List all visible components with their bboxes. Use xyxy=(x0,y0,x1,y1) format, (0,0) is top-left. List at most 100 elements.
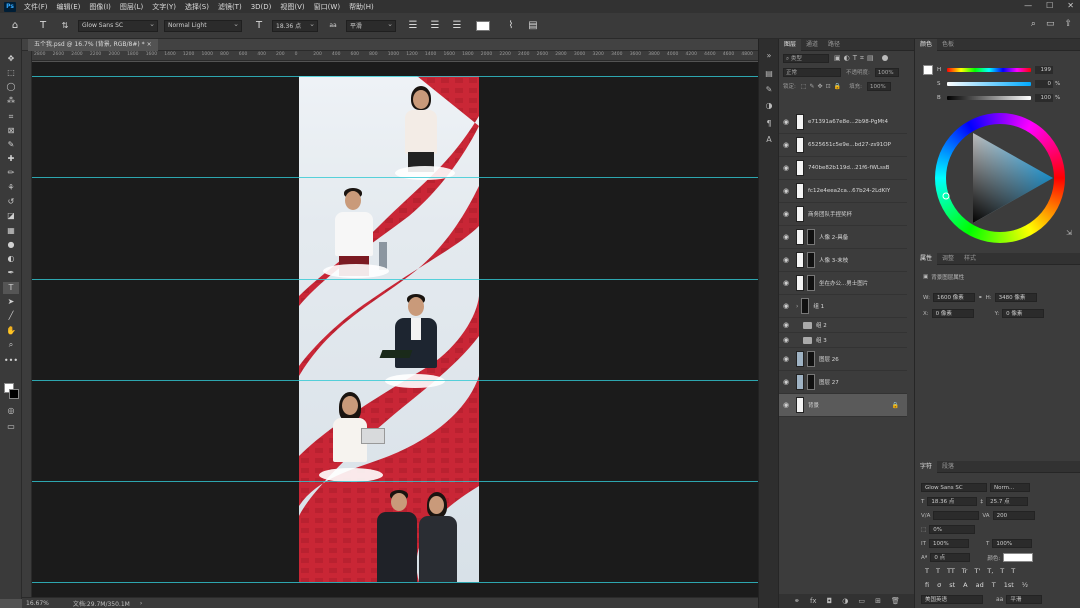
char-leading-field[interactable]: 25.7 点 xyxy=(986,497,1029,506)
search-icon[interactable]: ⌕ xyxy=(1031,19,1036,29)
char-tsume-field[interactable]: 0% xyxy=(929,525,976,534)
faux-bold-button[interactable]: T xyxy=(925,567,929,575)
stylistic-button[interactable]: st xyxy=(949,581,955,589)
new-group-icon[interactable]: ▭ xyxy=(858,597,865,605)
visibility-eye-icon[interactable]: ◉ xyxy=(779,233,793,241)
type-tool-icon[interactable]: T xyxy=(36,20,50,31)
visibility-eye-icon[interactable]: ◉ xyxy=(779,321,793,329)
clone-stamp-icon[interactable]: ⚘ xyxy=(3,182,19,194)
eraser-icon[interactable]: ◪ xyxy=(3,210,19,222)
layer-row[interactable]: ◉ fc12e4eea2ca...67b24-2LdKIY xyxy=(779,180,907,203)
y-field[interactable]: 0 像素 xyxy=(1002,309,1045,318)
char-font-style-select[interactable]: Norm... xyxy=(990,483,1030,492)
visibility-eye-icon[interactable]: ◉ xyxy=(779,401,793,409)
brightness-slider[interactable] xyxy=(947,96,1031,100)
more-tools-icon[interactable]: ••• xyxy=(3,355,19,367)
eyedropper-icon[interactable]: ✎ xyxy=(3,139,19,151)
tab-properties[interactable]: 属性 xyxy=(915,252,938,265)
font-size-select[interactable]: 18.36 点 xyxy=(272,19,318,32)
layer-filter-select[interactable]: ⌕ 类型 xyxy=(783,53,829,63)
fill-field[interactable]: 100% xyxy=(866,81,891,91)
lock-icon[interactable]: 🔒 xyxy=(892,402,899,409)
add-mask-icon[interactable]: ◘ xyxy=(827,597,833,605)
char-language-select[interactable]: 美国英语 xyxy=(921,595,983,604)
align-right-icon[interactable]: ☰ xyxy=(450,20,464,31)
visibility-eye-icon[interactable]: ◉ xyxy=(779,187,793,195)
zoom-level[interactable]: 16.67% xyxy=(26,600,49,607)
share-icon[interactable]: ⇪ xyxy=(1064,19,1072,29)
layer-row[interactable]: ◉ 组 2 xyxy=(779,318,907,333)
layer-row[interactable]: ◉ 图层 27 xyxy=(779,371,907,394)
hue-slider[interactable] xyxy=(947,68,1031,72)
char-font-size-field[interactable]: 18.36 点 xyxy=(927,497,978,506)
guide-line[interactable] xyxy=(32,177,758,178)
close-icon[interactable]: ✕ xyxy=(1067,1,1074,10)
blur-tool-icon[interactable]: ● xyxy=(3,239,19,251)
canvas-area[interactable] xyxy=(32,62,758,597)
close-tab-icon[interactable]: × xyxy=(147,41,152,48)
color-fg-bg-swatch[interactable] xyxy=(923,65,937,79)
visibility-eye-icon[interactable]: ◉ xyxy=(779,141,793,149)
layer-row[interactable]: ◉ 人像 3-末枝 xyxy=(779,249,907,272)
menu-filter[interactable]: 滤镜(T) xyxy=(218,2,242,12)
width-field[interactable]: 1600 像素 xyxy=(932,293,975,302)
link-proportions-icon[interactable]: ⚭ xyxy=(978,295,983,301)
ordinals-button[interactable]: 1st xyxy=(1004,581,1014,589)
tab-adjustments[interactable]: 调整 xyxy=(937,253,959,265)
menu-view[interactable]: 视图(V) xyxy=(280,2,304,12)
blend-mode-select[interactable]: 正常 xyxy=(783,67,841,77)
menu-3d[interactable]: 3D(D) xyxy=(251,3,272,11)
lasso-tool-icon[interactable]: ◯ xyxy=(3,81,19,93)
saturation-value[interactable]: 0 xyxy=(1035,80,1053,88)
tab-paragraph[interactable]: 段落 xyxy=(937,461,959,473)
path-select-icon[interactable]: ➤ xyxy=(3,296,19,308)
color-triangle[interactable] xyxy=(935,113,1065,243)
background-color-swatch[interactable] xyxy=(9,389,19,399)
line-tool-icon[interactable]: ╱ xyxy=(3,310,19,322)
visibility-eye-icon[interactable]: ◉ xyxy=(779,302,793,310)
adjustment-layer-icon[interactable]: ◑ xyxy=(842,597,848,605)
guide-line[interactable] xyxy=(32,582,758,583)
marquee-tool-icon[interactable]: ⬚ xyxy=(3,67,19,79)
tab-layers[interactable]: 图层 xyxy=(779,38,802,51)
menu-layer[interactable]: 图层(L) xyxy=(120,2,143,12)
dodge-tool-icon[interactable]: ◐ xyxy=(3,253,19,265)
guide-line[interactable] xyxy=(32,481,758,482)
char-hscale-field[interactable]: 100% xyxy=(992,539,1033,548)
visibility-eye-icon[interactable]: ◉ xyxy=(779,378,793,386)
type-tool-icon[interactable]: T xyxy=(3,282,19,294)
panel-collapse-icon[interactable]: » xyxy=(764,51,774,61)
menu-image[interactable]: 图像(I) xyxy=(89,2,111,12)
quick-mask-icon[interactable]: ◎ xyxy=(3,405,19,417)
guide-line[interactable] xyxy=(32,279,758,280)
color-wheel[interactable] xyxy=(935,113,1065,243)
lock-icons[interactable]: ⬚✎✥⊡🔒 xyxy=(801,83,844,90)
align-left-icon[interactable]: ☰ xyxy=(406,20,420,31)
guide-line[interactable] xyxy=(32,380,758,381)
home-icon[interactable]: ⌂ xyxy=(8,20,22,31)
visibility-eye-icon[interactable]: ◉ xyxy=(779,256,793,264)
visibility-eye-icon[interactable]: ◉ xyxy=(779,279,793,287)
visibility-eye-icon[interactable]: ◉ xyxy=(779,210,793,218)
workspace-icon[interactable]: ▭ xyxy=(1046,19,1055,29)
text-orientation-icon[interactable]: ⇅ xyxy=(58,21,72,30)
layer-row[interactable]: ◉ 6525651c5e9e...bd27-zs91OP xyxy=(779,134,907,157)
ordinal-button[interactable]: ad xyxy=(976,581,984,589)
tab-paths[interactable]: 路径 xyxy=(823,39,845,51)
history-panel-icon[interactable]: ▤ xyxy=(764,69,774,79)
char-font-family-select[interactable]: Glow Sans SC xyxy=(921,483,987,492)
frame-tool-icon[interactable]: ⊠ xyxy=(3,125,19,137)
layer-row[interactable]: ◉ 人像 2-具备 xyxy=(779,226,907,249)
char-color-swatch[interactable] xyxy=(1003,553,1034,562)
layer-row[interactable]: ◉ 740be82b119d...21f6-fWLssB xyxy=(779,157,907,180)
brush-tool-icon[interactable]: ✏ xyxy=(3,167,19,179)
pen-tool-icon[interactable]: ✒ xyxy=(3,267,19,279)
menu-type[interactable]: 文字(Y) xyxy=(152,2,176,12)
filter-toggle[interactable] xyxy=(881,55,888,61)
height-field[interactable]: 3480 像素 xyxy=(994,293,1037,302)
status-arrow-icon[interactable]: › xyxy=(140,600,142,607)
chevron-right-icon[interactable]: › xyxy=(796,303,798,310)
text-color-swatch[interactable] xyxy=(476,20,490,31)
hand-tool-icon[interactable]: ✋ xyxy=(3,325,19,337)
new-layer-icon[interactable]: ⊞ xyxy=(875,597,881,605)
